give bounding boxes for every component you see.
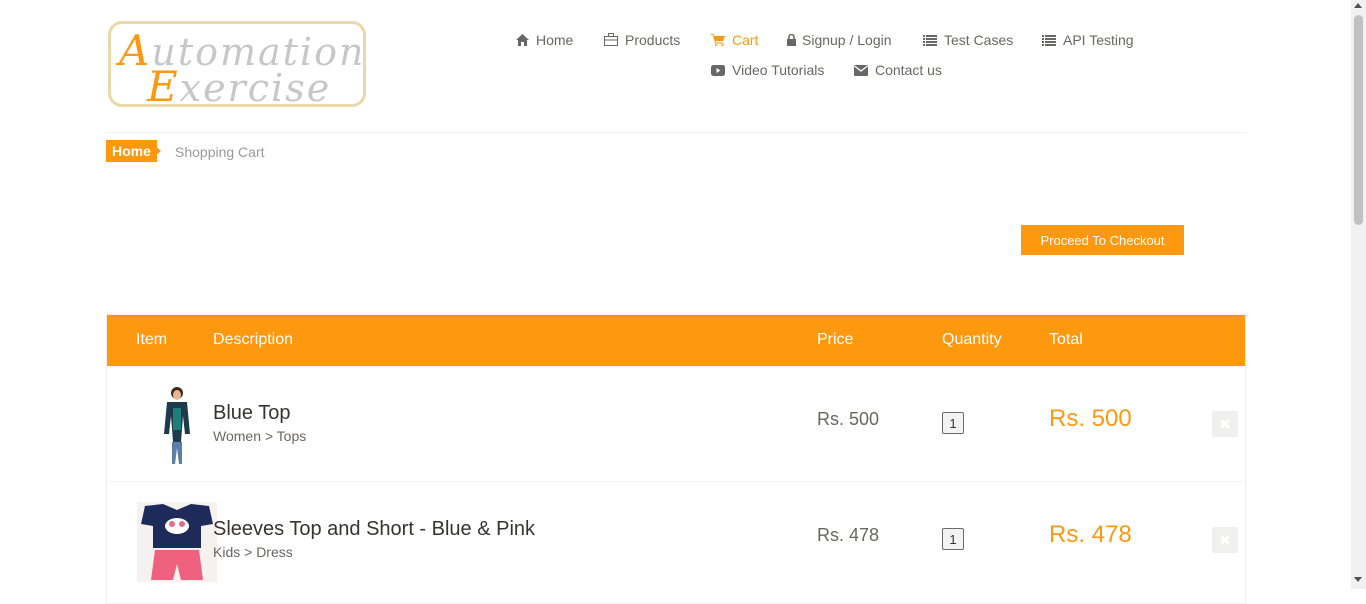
logo-line-2: Exercise bbox=[147, 62, 332, 111]
nav-home[interactable]: Home bbox=[516, 32, 573, 49]
header-description: Description bbox=[213, 331, 294, 348]
product-price: Rs. 500 bbox=[817, 409, 880, 429]
breadcrumb-home-link[interactable]: Home bbox=[106, 140, 157, 162]
shopping-cart-icon bbox=[711, 33, 725, 49]
times-icon: ✖ bbox=[1219, 532, 1231, 548]
product-total: Rs. 478 bbox=[1049, 521, 1132, 548]
youtube-play-icon bbox=[711, 63, 725, 79]
header-quantity: Quantity bbox=[942, 331, 1002, 348]
product-total: Rs. 500 bbox=[1049, 405, 1132, 432]
product-image-blue-top[interactable] bbox=[137, 384, 217, 466]
product-category: Kids > Dress bbox=[213, 544, 293, 560]
nav-products[interactable]: Products bbox=[604, 32, 680, 49]
product-name[interactable]: Sleeves Top and Short - Blue & Pink bbox=[213, 518, 535, 541]
header-divider bbox=[106, 132, 1246, 133]
briefcase-icon bbox=[604, 33, 618, 49]
nav-video-tutorials[interactable]: Video Tutorials bbox=[711, 62, 824, 79]
quantity-display: 1 bbox=[942, 528, 964, 550]
scrollbar-thumb[interactable] bbox=[1354, 15, 1363, 225]
home-icon bbox=[516, 33, 529, 49]
breadcrumb-current: Shopping Cart bbox=[175, 144, 265, 160]
envelope-icon bbox=[854, 63, 868, 79]
list-icon bbox=[1042, 33, 1056, 49]
delete-item-button[interactable]: ✖ bbox=[1212, 411, 1238, 437]
scroll-down-arrow-icon[interactable] bbox=[1354, 577, 1362, 582]
nav-api-testing[interactable]: API Testing bbox=[1042, 32, 1134, 49]
header-total: Total bbox=[1049, 331, 1083, 348]
product-name[interactable]: Blue Top bbox=[213, 402, 290, 425]
delete-item-button[interactable]: ✖ bbox=[1212, 527, 1238, 553]
product-price: Rs. 478 bbox=[817, 525, 880, 545]
product-category: Women > Tops bbox=[213, 428, 307, 444]
nav-test-cases[interactable]: Test Cases bbox=[923, 32, 1013, 49]
nav-cart[interactable]: Cart bbox=[711, 32, 758, 49]
breadcrumb-arrow bbox=[154, 145, 161, 157]
header-price: Price bbox=[817, 331, 854, 348]
product-image-sleeves-top-and-short[interactable] bbox=[137, 502, 217, 582]
site-logo[interactable]: Automation Exercise bbox=[108, 21, 366, 111]
lock-icon bbox=[787, 33, 796, 49]
list-icon bbox=[923, 33, 937, 49]
header-item: Item bbox=[136, 331, 168, 348]
times-icon: ✖ bbox=[1219, 416, 1231, 432]
quantity-display: 1 bbox=[942, 412, 964, 434]
scroll-up-arrow-icon[interactable] bbox=[1354, 3, 1362, 8]
nav-signup-login[interactable]: Signup / Login bbox=[787, 32, 892, 49]
row-divider bbox=[107, 481, 1245, 482]
nav-contact-us[interactable]: Contact us bbox=[854, 62, 942, 79]
proceed-to-checkout-button[interactable]: Proceed To Checkout bbox=[1021, 225, 1184, 255]
